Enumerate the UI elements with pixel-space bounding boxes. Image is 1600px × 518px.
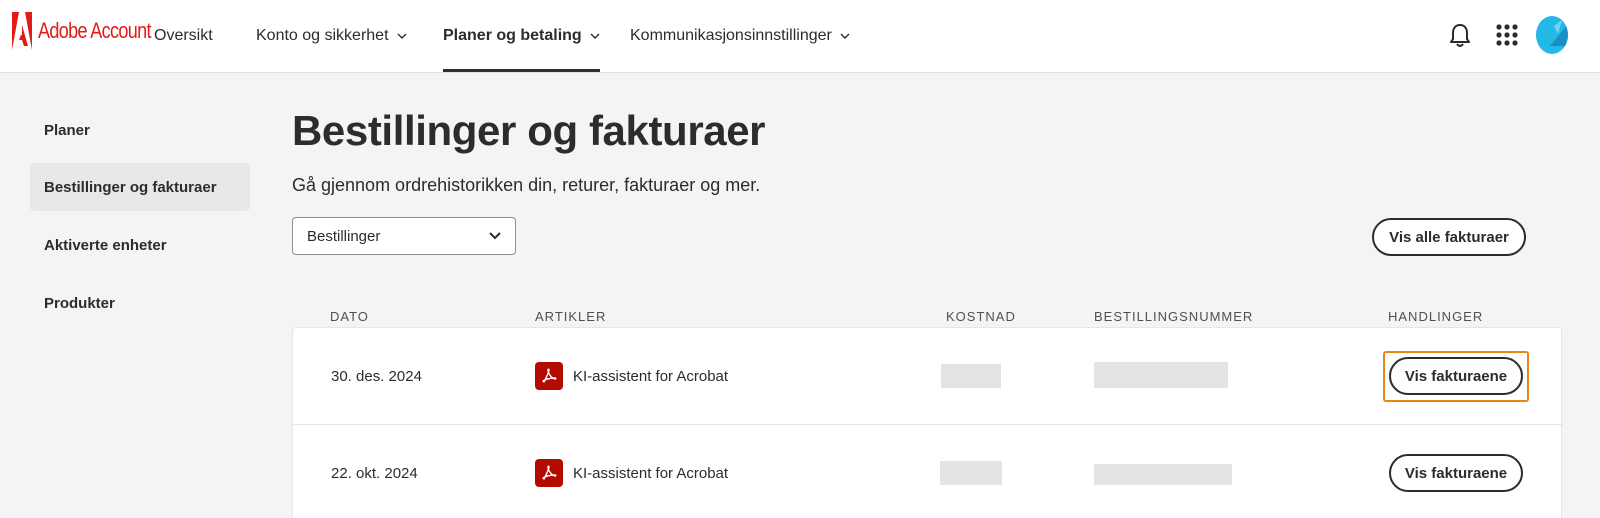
nav-kommunikasjonsinnstillinger[interactable]: Kommunikasjonsinnstillinger	[630, 0, 850, 72]
order-date: 30. des. 2024	[331, 367, 422, 385]
order-number-redacted	[1094, 362, 1228, 388]
sidebar-item-produkter[interactable]: Produkter	[30, 279, 250, 327]
sidebar-item-label: Aktiverte enheter	[44, 236, 167, 254]
nav-label: Konto og sikkerhet	[256, 27, 389, 44]
table-row: 30. des. 2024 KI-assistent for Acrobat V…	[293, 328, 1563, 424]
sidebar-item-aktiverte-enheter[interactable]: Aktiverte enheter	[30, 221, 250, 269]
sidebar-item-label: Produkter	[44, 294, 115, 312]
pdf-glyph	[542, 368, 557, 383]
avatar[interactable]	[1536, 16, 1568, 54]
sidebar-item-planer[interactable]: Planer	[30, 106, 250, 154]
pdf-glyph	[542, 465, 557, 480]
nav-label: Planer og betaling	[443, 27, 582, 44]
nav-oversikt[interactable]: Oversikt	[154, 0, 213, 72]
column-header-artikler: ARTIKLER	[535, 309, 607, 324]
select-value: Bestillinger	[307, 227, 381, 245]
cost-redacted	[940, 461, 1002, 485]
order-item-label: KI-assistent for Acrobat	[573, 367, 729, 385]
top-navigation-bar: Adobe Account Oversikt Konto og sikkerhe…	[0, 0, 1600, 73]
chevron-down-icon	[840, 33, 850, 39]
acrobat-pdf-icon	[535, 459, 563, 487]
bell-icon[interactable]	[1448, 22, 1472, 50]
column-header-bestillingsnummer: BESTILLINGSNUMMER	[1094, 309, 1254, 324]
cost-redacted	[941, 364, 1001, 388]
order-item: KI-assistent for Acrobat	[535, 425, 728, 518]
nav-konto-og-sikkerhet[interactable]: Konto og sikkerhet	[256, 0, 407, 72]
order-item: KI-assistent for Acrobat	[535, 328, 728, 424]
adobe-logo[interactable]: Adobe Account	[12, 12, 176, 50]
view-invoices-button[interactable]: Vis fakturaene	[1389, 454, 1523, 492]
nav-label: Kommunikasjonsinnstillinger	[630, 27, 832, 44]
sidebar-item-label: Bestillinger og fakturaer	[44, 178, 217, 196]
orders-filter-select[interactable]: Bestillinger	[292, 217, 516, 255]
page-subtitle: Gå gjennom ordrehistorikken din, returer…	[292, 175, 761, 195]
orders-table: 30. des. 2024 KI-assistent for Acrobat V…	[292, 327, 1563, 518]
acrobat-pdf-icon	[535, 362, 563, 390]
column-header-handlinger: HANDLINGER	[1388, 309, 1484, 324]
avatar-image	[1550, 20, 1568, 46]
table-row: 22. okt. 2024 KI-assistent for Acrobat V…	[293, 424, 1563, 518]
sidebar-item-bestillinger-og-fakturaer[interactable]: Bestillinger og fakturaer	[30, 163, 250, 211]
view-all-invoices-button[interactable]: Vis alle fakturaer	[1372, 218, 1526, 256]
view-invoices-button[interactable]: Vis fakturaene	[1389, 357, 1523, 395]
column-header-dato: DATO	[330, 309, 369, 324]
brand-name: Adobe Account	[38, 18, 151, 43]
adobe-logo-icon	[12, 12, 32, 50]
order-number-redacted	[1094, 464, 1232, 485]
app-grid-icon[interactable]	[1496, 24, 1518, 46]
chevron-down-icon	[590, 33, 600, 39]
nav-planer-og-betaling[interactable]: Planer og betaling	[443, 0, 600, 72]
nav-label: Oversikt	[154, 27, 213, 44]
chevron-down-icon	[489, 232, 501, 240]
chevron-down-icon	[397, 33, 407, 39]
order-item-label: KI-assistent for Acrobat	[573, 464, 729, 482]
column-header-kostnad: KOSTNAD	[946, 309, 1016, 324]
order-date: 22. okt. 2024	[331, 464, 418, 482]
sidebar-item-label: Planer	[44, 121, 90, 139]
page-title: Bestillinger og fakturaer	[292, 107, 766, 154]
